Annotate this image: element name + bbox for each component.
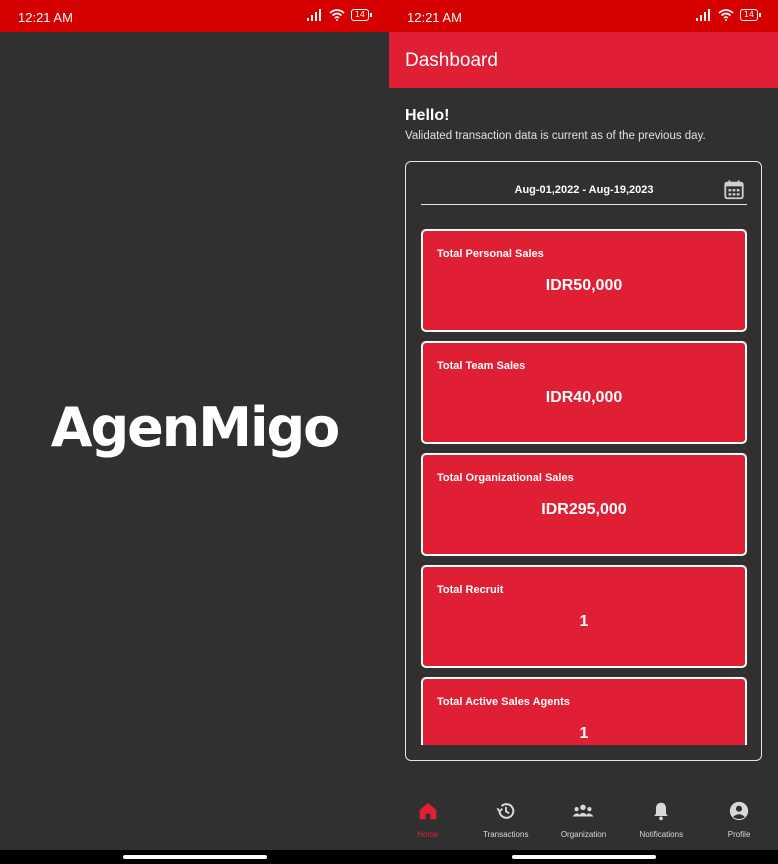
card-label: Total Active Sales Agents — [437, 696, 570, 708]
nav-label: Transactions — [482, 830, 529, 839]
bell-icon — [654, 802, 669, 821]
card-total-active-sales-agents: Total Active Sales Agents 1 — [421, 677, 747, 745]
card-total-organizational-sales: Total Organizational Sales IDR295,000 — [421, 453, 747, 556]
signal-icon — [695, 9, 710, 21]
nav-organization[interactable]: Organization — [545, 790, 623, 850]
nav-notifications[interactable]: Notifications — [622, 790, 700, 850]
status-time: 12:21 AM — [407, 10, 462, 25]
home-indicator[interactable] — [511, 855, 656, 859]
people-icon — [572, 804, 595, 817]
status-icons: 14 — [695, 9, 762, 21]
date-range-text: Aug-01,2022 - Aug-19,2023 — [514, 184, 654, 196]
date-range-picker[interactable]: Aug-01,2022 - Aug-19,2023 — [421, 177, 747, 205]
card-value: 1 — [579, 725, 589, 742]
bottom-nav: Home Transactions Organization Notificat… — [389, 790, 778, 850]
card-label: Total Organizational Sales — [437, 472, 574, 484]
app-logo: AgenMigo — [50, 396, 341, 459]
nav-home[interactable]: Home — [389, 790, 467, 850]
card-total-team-sales: Total Team Sales IDR40,000 — [421, 341, 747, 444]
home-icon — [419, 802, 437, 820]
nav-label: Profile — [727, 830, 751, 839]
card-value: IDR50,000 — [545, 277, 623, 294]
wifi-icon — [718, 9, 734, 21]
status-bar: 12:21 AM 14 — [0, 0, 389, 32]
nav-label: Organization — [560, 830, 607, 839]
history-icon — [496, 803, 515, 819]
battery-icon: 14 — [350, 9, 373, 21]
app-bar: Dashboard — [389, 32, 778, 88]
page-title: Dashboard — [405, 50, 498, 71]
signal-icon — [306, 9, 321, 21]
status-bar: 12:21 AM 14 — [389, 0, 778, 32]
card-value: IDR40,000 — [545, 389, 623, 406]
account-icon — [729, 801, 749, 821]
status-icons: 14 — [306, 9, 373, 21]
greeting: Hello! — [405, 107, 450, 124]
card-label: Total Team Sales — [437, 360, 526, 372]
dashboard-screen: 12:21 AM 14 Dashboard Hello! Validated t… — [389, 0, 778, 864]
summary-panel: Aug-01,2022 - Aug-19,2023 Total Personal… — [405, 161, 762, 761]
data-note: Validated transaction data is current as… — [405, 130, 706, 142]
battery-icon: 14 — [739, 9, 762, 21]
card-label: Total Personal Sales — [437, 248, 544, 260]
nav-transactions[interactable]: Transactions — [467, 790, 545, 850]
card-value: 1 — [579, 613, 589, 630]
card-label: Total Recruit — [437, 584, 504, 596]
splash-screen: 12:21 AM 14 AgenMigo — [0, 0, 389, 864]
card-total-personal-sales: Total Personal Sales IDR50,000 — [421, 229, 747, 332]
card-value: IDR295,000 — [541, 501, 627, 518]
home-indicator[interactable] — [122, 855, 267, 859]
wifi-icon — [329, 9, 345, 21]
nav-label: Home — [417, 830, 439, 839]
nav-label: Notifications — [639, 830, 684, 839]
status-time: 12:21 AM — [18, 10, 73, 25]
calendar-icon[interactable] — [723, 179, 745, 201]
card-total-recruit: Total Recruit 1 — [421, 565, 747, 668]
nav-profile[interactable]: Profile — [700, 790, 778, 850]
stats-list[interactable]: Total Personal Sales IDR50,000 Total Tea… — [421, 229, 747, 745]
